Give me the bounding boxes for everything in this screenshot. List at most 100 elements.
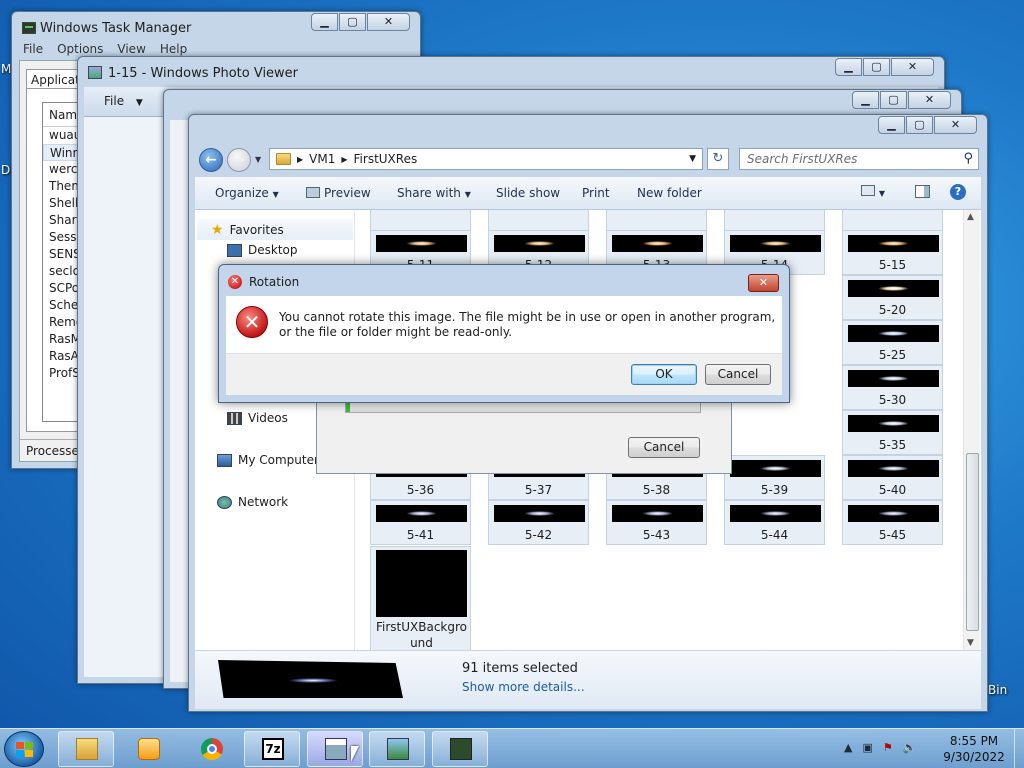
window-controls: ▁ ▢ ✕ [877,116,977,134]
search-input[interactable]: Search FirstUXRes ⚲ [739,148,979,170]
address-bar[interactable]: ▶ VM1 ▶ FirstUXRes ▼ [269,148,703,170]
organize-button[interactable]: Organize ▼ [215,186,279,200]
taskbar-resource-monitor-button[interactable] [432,731,488,767]
menu-view[interactable]: View [117,42,145,56]
maximize-button[interactable]: ▢ [880,91,907,109]
refresh-button[interactable]: ↻ [707,148,729,170]
menu-help[interactable]: Help [160,42,187,56]
dialog-title: Rotation [249,275,300,289]
clock[interactable]: 8:55 PM 9/30/2022 [938,733,1010,765]
progress-cancel-button[interactable]: Cancel [628,437,700,458]
share-with-label: Share with [397,186,461,200]
network-icon [217,495,232,509]
taskbar-7zip-button[interactable]: 7z [244,731,300,767]
view-options-button[interactable]: ▼ [861,185,885,199]
close-button[interactable]: ✕ [908,91,951,109]
progress-bar-fill [346,402,350,412]
breadcrumb-vm1[interactable]: VM1 [309,152,335,166]
preview-pane-icon [915,185,930,198]
preview-button[interactable]: Preview [306,186,371,200]
taskbar-chrome-button[interactable] [183,731,239,767]
print-button[interactable]: Print [582,186,610,200]
show-desktop-button[interactable] [1014,729,1024,768]
start-button[interactable] [4,731,44,767]
network-status-icon[interactable]: ▣ [862,741,872,754]
file-item[interactable]: 5-30 [842,365,943,410]
file-item-background[interactable]: FirstUXBackground [370,546,471,650]
action-center-icon[interactable]: ⚑ [883,741,893,754]
sidebar-item-network[interactable]: Network [217,495,288,509]
help-button[interactable]: ? [950,184,966,200]
file-item[interactable]: 5-45 [842,500,943,545]
file-name: 5-44 [760,528,789,542]
desktop-icon-label[interactable]: D [1,163,10,177]
show-more-details-link[interactable]: Show more details... [462,680,585,694]
scrollbar-thumb[interactable] [966,453,979,631]
search-icon[interactable]: ⚲ [963,151,973,166]
file-item[interactable]: 5-39 [724,455,825,500]
vertical-scrollbar[interactable]: ▲ ▼ [963,210,980,650]
thumbnail-image [612,505,703,522]
file-item[interactable]: 5-35 [842,410,943,455]
recent-pages-dropdown[interactable]: ▼ [255,155,261,164]
minimize-button[interactable]: ▁ [852,91,879,109]
close-button[interactable]: ✕ [891,58,934,76]
monitor-icon [450,738,472,760]
preview-pane-button[interactable] [915,185,930,201]
file-item[interactable]: 5-42 [488,500,589,545]
breadcrumb-firstuxres[interactable]: FirstUXRes [354,152,418,166]
thumbnail-image [848,280,939,297]
back-button[interactable]: ← [199,148,223,172]
cancel-button[interactable]: Cancel [705,364,771,385]
file-item[interactable]: 5-40 [842,455,943,500]
file-item[interactable]: 5-25 [842,320,943,365]
taskbar-explorer-button[interactable] [58,731,114,767]
new-folder-button[interactable]: New folder [637,186,702,200]
sidebar-item-desktop[interactable]: Desktop [227,243,298,257]
sidebar-item-my-computer[interactable]: My Computer [217,453,319,467]
menu-bar: File Options View Help [23,42,187,56]
taskbar-media-player-button[interactable] [120,731,176,767]
maximize-button[interactable]: ▢ [339,13,366,31]
close-button[interactable]: ✕ [748,274,779,292]
close-button[interactable]: ✕ [367,13,410,31]
file-name: 5-45 [878,528,907,542]
desktop-icon-label[interactable]: M [1,62,11,76]
file-menu-button[interactable]: File ▼ [104,94,143,108]
file-item[interactable]: 5-20 [842,275,943,320]
media-player-icon [138,738,160,760]
scroll-up-icon[interactable]: ▲ [967,212,974,222]
share-with-button[interactable]: Share with ▼ [397,186,471,200]
thumbnail-image [612,235,703,252]
maximize-button[interactable]: ▢ [863,58,890,76]
taskbar-photo-viewer-button[interactable] [369,731,425,767]
maximize-button[interactable]: ▢ [906,116,933,134]
sidebar-item-label: Favorites [229,222,284,237]
volume-icon[interactable]: 🔈 [903,741,917,754]
file-menu-label: File [104,94,125,108]
file-item[interactable]: 5-15 [842,230,943,275]
rotation-error-dialog[interactable]: ✕ Rotation ✕ ✕ You cannot rotate this im… [218,264,790,403]
menu-options[interactable]: Options [57,42,103,56]
file-item[interactable]: 5-41 [370,500,471,545]
recycle-bin-label[interactable]: Bin [988,683,1007,697]
show-hidden-icons-icon[interactable]: ▲ [844,741,852,754]
scroll-down-icon[interactable]: ▼ [967,638,974,648]
forward-button[interactable]: → [227,148,251,172]
file-name: FirstUXBackground [375,620,468,650]
minimize-button[interactable]: ▁ [311,13,338,31]
sidebar-item-favorites[interactable]: ★ Favorites [197,219,353,240]
thumbnail-image [848,505,939,522]
minimize-button[interactable]: ▁ [835,58,862,76]
slide-show-button[interactable]: Slide show [496,186,560,200]
menu-file[interactable]: File [23,42,43,56]
file-item[interactable]: 5-43 [606,500,707,545]
file-item[interactable]: 5-44 [724,500,825,545]
sidebar-item-videos[interactable]: Videos [227,411,288,425]
ok-button[interactable]: OK [631,364,697,385]
command-bar: Organize ▼ Preview Share with ▼ Slide sh… [195,177,981,210]
close-button[interactable]: ✕ [934,116,977,134]
progress-dialog[interactable]: Cancel [316,392,732,474]
minimize-button[interactable]: ▁ [878,116,905,134]
chevron-down-icon[interactable]: ▼ [689,154,696,164]
